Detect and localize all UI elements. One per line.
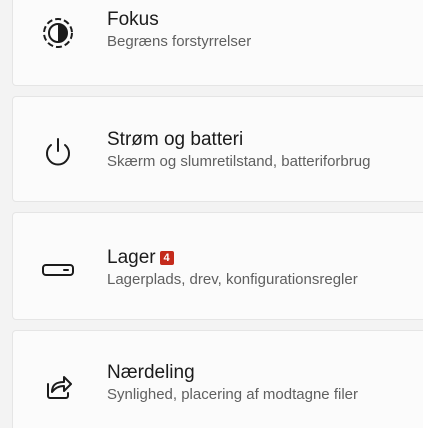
settings-item-subtitle: Begræns forstyrrelser <box>107 33 252 50</box>
settings-item-title: Fokus <box>107 9 159 30</box>
settings-item-power[interactable]: Strøm og batteri Skærm og slumretilstand… <box>12 96 423 202</box>
focus-icon <box>39 14 77 52</box>
settings-item-text: Nærdeling Synlighed, placering af modtag… <box>107 362 358 405</box>
settings-item-subtitle: Synlighed, placering af modtagne filer <box>107 386 358 403</box>
settings-list: Fokus Begræns forstyrrelser Strøm og bat… <box>0 0 423 428</box>
settings-item-text: Strøm og batteri Skærm og slumretilstand… <box>107 129 370 172</box>
settings-item-title-label: Lager <box>107 247 156 268</box>
settings-item-subtitle: Skærm og slumretilstand, batteriforbrug <box>107 153 371 170</box>
notification-badge: 4 <box>159 251 174 265</box>
settings-item-nearby-sharing[interactable]: Nærdeling Synlighed, placering af modtag… <box>12 330 423 428</box>
power-icon <box>39 133 77 171</box>
storage-icon <box>39 251 77 289</box>
share-icon <box>39 367 77 405</box>
settings-item-text: Fokus Begræns forstyrrelser <box>107 9 251 52</box>
settings-item-subtitle: Lagerplads, drev, konfigurationsregler <box>107 271 358 288</box>
settings-item-text: Lager 4 Lagerplads, drev, konfigurations… <box>107 247 358 290</box>
settings-item-storage[interactable]: Lager 4 Lagerplads, drev, konfigurations… <box>12 212 423 320</box>
settings-item-title: Lager 4 <box>107 247 358 269</box>
settings-item-focus[interactable]: Fokus Begræns forstyrrelser <box>12 0 423 86</box>
settings-item-title: Strøm og batteri <box>107 129 244 150</box>
settings-item-title: Nærdeling <box>107 362 195 383</box>
